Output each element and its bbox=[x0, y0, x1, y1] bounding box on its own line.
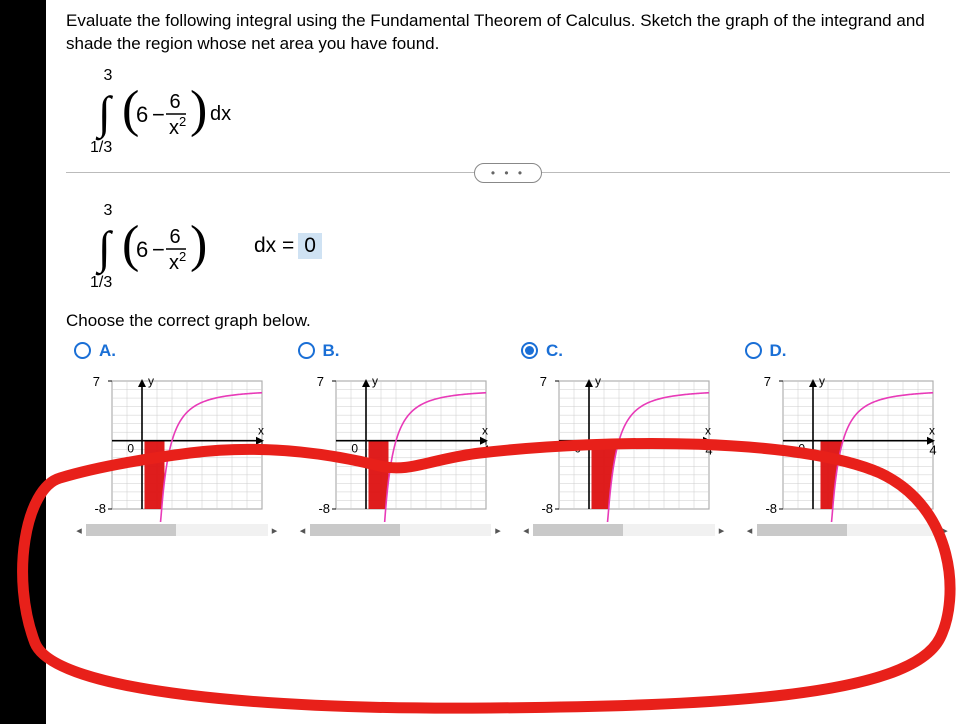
chart-B: y x 7 -8 4 0 bbox=[298, 367, 493, 522]
svg-text:x: x bbox=[482, 424, 488, 438]
svg-text:y: y bbox=[372, 374, 378, 388]
svg-text:x: x bbox=[705, 424, 711, 438]
dx-equals: dx = bbox=[254, 234, 294, 258]
svg-text:y: y bbox=[595, 374, 601, 388]
expand-button[interactable]: • • • bbox=[474, 163, 542, 183]
scroll-left-icon[interactable]: ◂ bbox=[74, 524, 84, 537]
svg-text:1/3: 1/3 bbox=[90, 274, 112, 289]
svg-text:dx: dx bbox=[210, 103, 231, 125]
option-label-D[interactable]: D. bbox=[770, 341, 787, 361]
svg-text:7: 7 bbox=[93, 374, 100, 389]
svg-text:x: x bbox=[258, 424, 264, 438]
svg-text:7: 7 bbox=[763, 374, 770, 389]
radio-A[interactable] bbox=[74, 342, 91, 359]
svg-text:7: 7 bbox=[540, 374, 547, 389]
lower-limit: 1/3 bbox=[90, 139, 112, 154]
scroll-right-icon[interactable]: ▸ bbox=[270, 524, 280, 537]
svg-text:-8: -8 bbox=[765, 501, 777, 516]
svg-text:x: x bbox=[169, 117, 179, 139]
svg-text:4: 4 bbox=[929, 443, 936, 458]
choose-prompt: Choose the correct graph below. bbox=[66, 311, 950, 331]
svg-text:0: 0 bbox=[798, 442, 805, 456]
svg-text:-8: -8 bbox=[318, 501, 330, 516]
scroll-track[interactable] bbox=[757, 524, 939, 536]
svg-text:−: − bbox=[152, 102, 165, 127]
answer-value[interactable]: 0 bbox=[298, 233, 322, 259]
scrollbar-D[interactable]: ◂ ▸ bbox=[745, 524, 951, 537]
option-C: C. y x 7 -8 4 0 ◂ ▸ bbox=[521, 341, 727, 537]
upper-limit: 3 bbox=[104, 68, 113, 84]
scroll-right-icon[interactable]: ▸ bbox=[493, 524, 503, 537]
svg-text:∫: ∫ bbox=[95, 87, 113, 141]
option-D: D. y x 7 -8 4 0 ◂ ▸ bbox=[745, 341, 951, 537]
radio-B[interactable] bbox=[298, 342, 315, 359]
svg-text:): ) bbox=[190, 81, 207, 138]
scrollbar-A[interactable]: ◂ ▸ bbox=[74, 524, 280, 537]
chart-D: y x 7 -8 4 0 bbox=[745, 367, 940, 522]
options-row: A. y x 7 -8 4 0 ◂ ▸ B. y x 7 -8 4 0 ◂ ▸ C. y x 7 -8 4 0… bbox=[66, 341, 950, 537]
svg-text:y: y bbox=[819, 374, 825, 388]
scroll-right-icon[interactable]: ▸ bbox=[717, 524, 727, 537]
scroll-left-icon[interactable]: ◂ bbox=[745, 524, 755, 537]
scroll-track[interactable] bbox=[533, 524, 715, 536]
option-label-B[interactable]: B. bbox=[323, 341, 340, 361]
svg-text:4: 4 bbox=[705, 443, 712, 458]
chart-C: y x 7 -8 4 0 bbox=[521, 367, 716, 522]
scroll-thumb[interactable] bbox=[533, 524, 623, 536]
scroll-thumb[interactable] bbox=[86, 524, 176, 536]
svg-text:-8: -8 bbox=[541, 501, 553, 516]
svg-text:6: 6 bbox=[136, 102, 148, 127]
svg-text:6: 6 bbox=[136, 237, 148, 262]
svg-text:6: 6 bbox=[169, 91, 180, 113]
svg-text:0: 0 bbox=[351, 442, 358, 456]
svg-text:−: − bbox=[152, 237, 165, 262]
integral-display: 3 ∫ 1/3 ( 6 − 6 x 2 ) dx bbox=[78, 68, 950, 158]
svg-text:7: 7 bbox=[316, 374, 323, 389]
scroll-right-icon[interactable]: ▸ bbox=[940, 524, 950, 537]
svg-text:x: x bbox=[929, 424, 935, 438]
option-label-A[interactable]: A. bbox=[99, 341, 116, 361]
scroll-track[interactable] bbox=[86, 524, 268, 536]
svg-text:): ) bbox=[190, 216, 207, 273]
scroll-left-icon[interactable]: ◂ bbox=[521, 524, 531, 537]
svg-text:6: 6 bbox=[169, 226, 180, 248]
option-B: B. y x 7 -8 4 0 ◂ ▸ bbox=[298, 341, 504, 537]
scroll-thumb[interactable] bbox=[310, 524, 400, 536]
svg-text:∫: ∫ bbox=[95, 222, 113, 276]
option-label-C[interactable]: C. bbox=[546, 341, 563, 361]
scroll-left-icon[interactable]: ◂ bbox=[298, 524, 308, 537]
svg-text:0: 0 bbox=[127, 442, 134, 456]
svg-text:0: 0 bbox=[574, 442, 581, 456]
svg-text:-8: -8 bbox=[94, 501, 106, 516]
scroll-thumb[interactable] bbox=[757, 524, 847, 536]
option-A: A. y x 7 -8 4 0 ◂ ▸ bbox=[74, 341, 280, 537]
chart-A: y x 7 -8 4 0 bbox=[74, 367, 269, 522]
svg-text:x: x bbox=[169, 252, 179, 274]
svg-text:2: 2 bbox=[179, 114, 186, 129]
svg-text:2: 2 bbox=[179, 249, 186, 264]
radio-D[interactable] bbox=[745, 342, 762, 359]
svg-text:y: y bbox=[148, 374, 154, 388]
scroll-track[interactable] bbox=[310, 524, 492, 536]
question-text: Evaluate the following integral using th… bbox=[66, 10, 950, 56]
svg-text:3: 3 bbox=[104, 203, 113, 219]
answer-integral: 3 ∫ 1/3 ( 6 − 6 x 2 ) dx = 0 bbox=[78, 203, 950, 293]
radio-C[interactable] bbox=[521, 342, 538, 359]
scrollbar-B[interactable]: ◂ ▸ bbox=[298, 524, 504, 537]
svg-text:4: 4 bbox=[258, 443, 265, 458]
scrollbar-C[interactable]: ◂ ▸ bbox=[521, 524, 727, 537]
svg-text:4: 4 bbox=[482, 443, 489, 458]
